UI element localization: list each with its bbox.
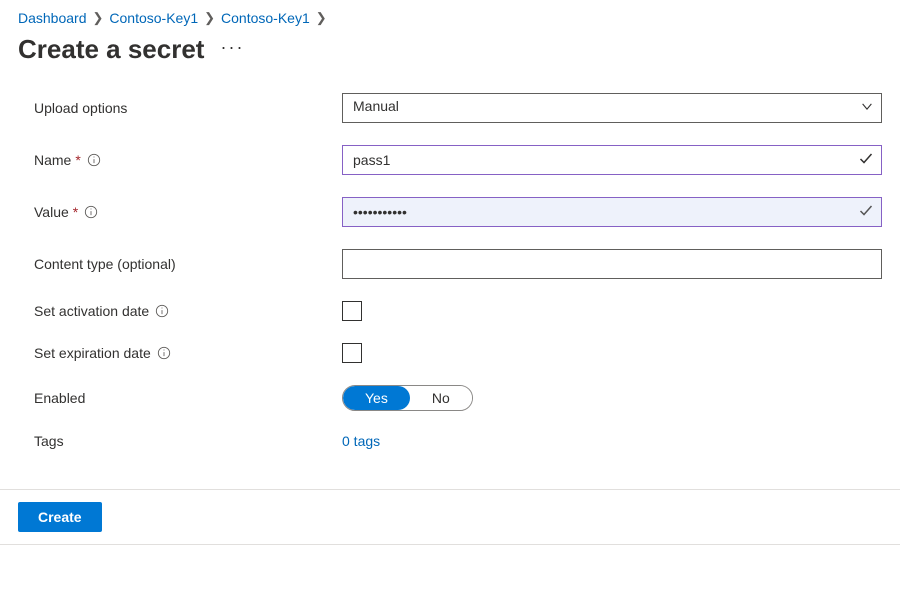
activation-date-checkbox[interactable] bbox=[342, 301, 362, 321]
enabled-no-button[interactable]: No bbox=[410, 386, 472, 410]
label-text: Tags bbox=[34, 433, 64, 449]
label-text: Enabled bbox=[34, 390, 85, 406]
info-icon[interactable] bbox=[84, 205, 98, 219]
row-value: Value * bbox=[34, 197, 882, 227]
page-title: Create a secret bbox=[18, 34, 204, 65]
more-actions-button[interactable]: ··· bbox=[220, 38, 244, 62]
label-text: Set activation date bbox=[34, 303, 149, 319]
enabled-toggle: Yes No bbox=[342, 385, 473, 411]
value-input[interactable] bbox=[342, 197, 882, 227]
upload-options-select[interactable]: Manual bbox=[342, 93, 882, 123]
row-activation-date: Set activation date bbox=[34, 301, 882, 321]
content-type-input[interactable] bbox=[342, 249, 882, 279]
breadcrumb-link-contoso-key1-a[interactable]: Contoso-Key1 bbox=[109, 10, 198, 26]
required-marker: * bbox=[73, 204, 78, 220]
label-content-type: Content type (optional) bbox=[34, 256, 342, 272]
secret-form: Upload options Manual Name * Value * bbox=[0, 93, 900, 489]
row-upload-options: Upload options Manual bbox=[34, 93, 882, 123]
breadcrumb-link-dashboard[interactable]: Dashboard bbox=[18, 10, 87, 26]
row-expiration-date: Set expiration date bbox=[34, 343, 882, 363]
label-text: Set expiration date bbox=[34, 345, 151, 361]
tags-link[interactable]: 0 tags bbox=[342, 433, 380, 449]
chevron-right-icon: ❯ bbox=[316, 10, 327, 26]
expiration-date-checkbox[interactable] bbox=[342, 343, 362, 363]
label-tags: Tags bbox=[34, 433, 342, 449]
enabled-yes-button[interactable]: Yes bbox=[343, 386, 410, 410]
info-icon[interactable] bbox=[87, 153, 101, 167]
label-text: Content type (optional) bbox=[34, 256, 176, 272]
breadcrumb: Dashboard ❯ Contoso-Key1 ❯ Contoso-Key1 … bbox=[0, 0, 900, 32]
page-title-row: Create a secret ··· bbox=[0, 32, 900, 93]
label-expiration-date: Set expiration date bbox=[34, 345, 342, 361]
label-name: Name * bbox=[34, 152, 342, 168]
label-text: Upload options bbox=[34, 100, 127, 116]
row-tags: Tags 0 tags bbox=[34, 433, 882, 449]
info-icon[interactable] bbox=[155, 304, 169, 318]
chevron-right-icon: ❯ bbox=[93, 10, 104, 26]
label-value: Value * bbox=[34, 204, 342, 220]
footer-bar: Create bbox=[0, 489, 900, 545]
required-marker: * bbox=[75, 152, 80, 168]
name-input[interactable] bbox=[342, 145, 882, 175]
label-text: Value bbox=[34, 204, 69, 220]
row-content-type: Content type (optional) bbox=[34, 249, 882, 279]
row-name: Name * bbox=[34, 145, 882, 175]
label-upload-options: Upload options bbox=[34, 100, 342, 116]
label-activation-date: Set activation date bbox=[34, 303, 342, 319]
label-text: Name bbox=[34, 152, 71, 168]
label-enabled: Enabled bbox=[34, 390, 342, 406]
chevron-right-icon: ❯ bbox=[204, 10, 215, 26]
create-button[interactable]: Create bbox=[18, 502, 102, 532]
info-icon[interactable] bbox=[157, 346, 171, 360]
row-enabled: Enabled Yes No bbox=[34, 385, 882, 411]
breadcrumb-link-contoso-key1-b[interactable]: Contoso-Key1 bbox=[221, 10, 310, 26]
